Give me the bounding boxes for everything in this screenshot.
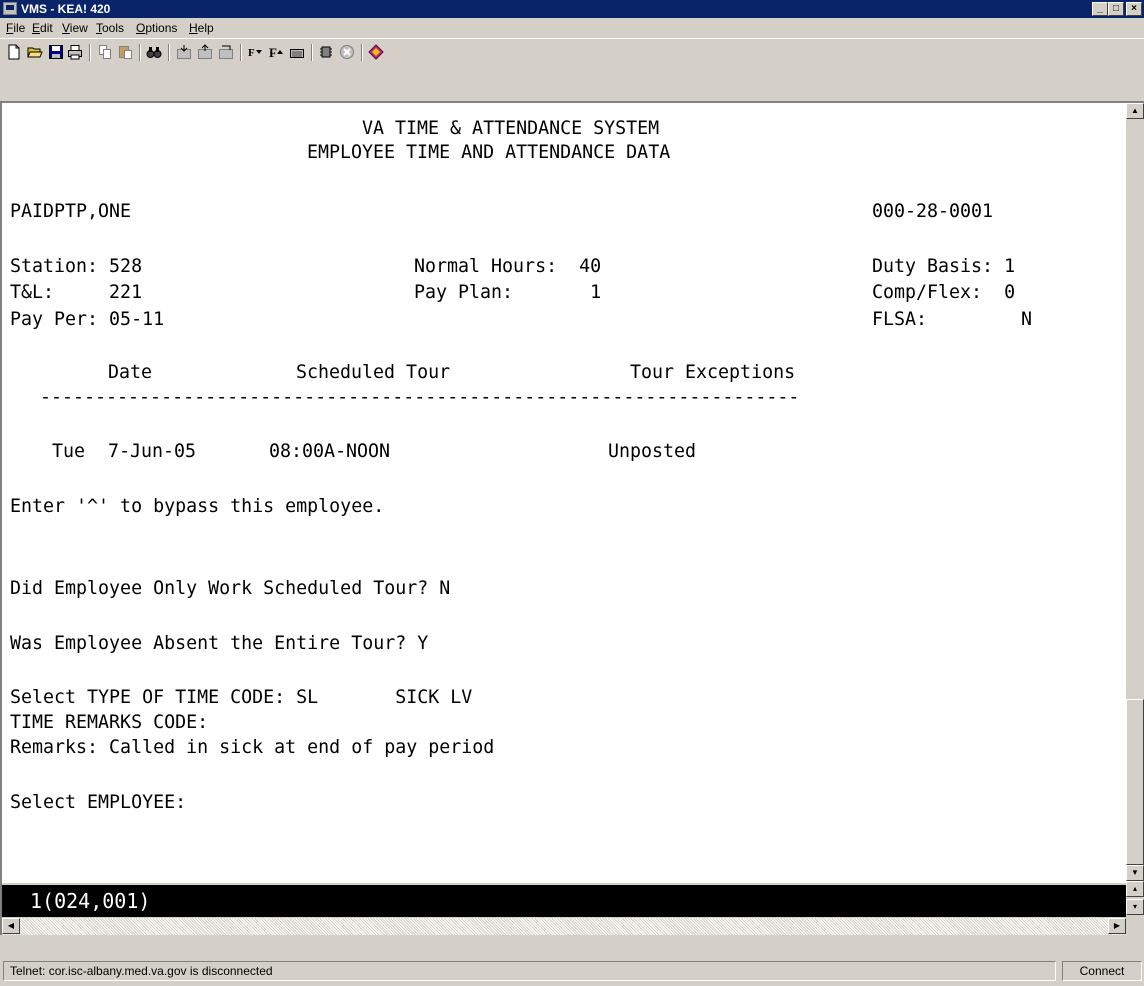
cursor-position: 1(024,001) [30,889,151,913]
toolbar-separator [89,44,91,61]
tour-row-scheduled: 08:00A-NOON [269,441,391,462]
new-document-icon[interactable] [6,44,22,60]
employee-ssn: 000-28-0001 [872,201,994,222]
paste-icon[interactable] [117,44,133,60]
normal-hours-field: Normal Hours: 40 [414,256,602,277]
connection-status: Telnet: cor.isc-albany.med.va.gov is dis… [3,961,1056,981]
menu-options[interactable]: Options [136,19,177,37]
question-absent: Was Employee Absent the Entire Tour? Y [10,633,429,654]
disconnect-icon[interactable] [339,44,355,60]
transfer-receive-icon[interactable] [218,44,234,60]
vertical-scrollbar[interactable]: ▲ ▼ ▴ ▾ [1126,103,1144,917]
employee-name: PAIDPTP,ONE [10,201,132,222]
pay-plan-field: Pay Plan: 1 [414,282,602,303]
divider-line: ----------------------------------------… [40,387,800,408]
time-remarks-code-field: TIME REMARKS CODE: [10,712,209,733]
tour-row-date: 7-Jun-05 [108,441,197,462]
pay-period-field: Pay Per: 05-11 [10,309,165,330]
column-header-scheduled-tour: Scheduled Tour [296,362,451,383]
toolbar: F F [0,38,1144,101]
print-icon[interactable] [67,44,83,60]
question-scheduled-tour: Did Employee Only Work Scheduled Tour? N [10,578,451,599]
duty-basis-field: Duty Basis: 1 [872,256,1016,277]
horizontal-scrollbar[interactable]: ◀ ▶ [2,918,1126,935]
terminal-screen[interactable]: VA TIME & ATTENDANCE SYSTEM EMPLOYEE TIM… [2,103,1126,883]
scroll-left-icon[interactable]: ◀ [2,918,20,934]
column-header-tour-exceptions: Tour Exceptions [630,362,796,383]
tour-row-exception: Unposted [608,441,697,462]
close-button[interactable]: × [1126,2,1142,16]
minimize-button[interactable]: _ [1092,2,1108,16]
menu-file[interactable]: File [6,19,25,37]
toolbar-separator [240,44,242,61]
copy-icon[interactable] [97,44,113,60]
scroll-thumb[interactable] [1126,699,1144,865]
toolbar-separator [139,44,141,61]
keyboard-icon[interactable] [289,44,305,60]
remarks-field: Remarks: Called in sick at end of pay pe… [10,737,495,758]
maximize-button[interactable]: □ [1108,2,1124,16]
flsa-label: FLSA: [872,309,928,330]
menu-view[interactable]: View [62,19,88,37]
page-up-icon[interactable]: ▴ [1126,881,1144,897]
header-subtitle: EMPLOYEE TIME AND ATTENDANCE DATA [307,142,671,163]
font-decrease-icon[interactable]: F [247,44,263,60]
toolbar-separator [311,44,313,61]
open-folder-icon[interactable] [27,44,43,60]
select-employee-prompt[interactable]: Select EMPLOYEE: [10,792,186,814]
toolbar-separator [361,44,363,61]
menu-edit[interactable]: Edit [32,19,53,37]
scroll-corner [1126,918,1144,935]
toolbar-separator [168,44,170,61]
title-bar: VMS - KEA! 420 _ □ × [0,0,1144,18]
menu-help[interactable]: Help [189,19,214,37]
scroll-right-icon[interactable]: ▶ [1108,918,1126,934]
page-down-icon[interactable]: ▾ [1126,899,1144,915]
font-increase-icon[interactable]: F [268,44,284,60]
window-title: VMS - KEA! 420 [21,2,111,16]
tl-field: T&L: 221 [10,282,143,303]
menu-tools[interactable]: Tools [96,19,124,37]
svg-text:F: F [269,45,277,60]
window-controls: _ □ × [1092,2,1142,16]
binoculars-icon[interactable] [146,44,162,60]
header-title: VA TIME & ATTENDANCE SYSTEM [362,118,660,139]
comp-flex-field: Comp/Flex: 0 [872,282,1016,303]
svg-text:F: F [248,47,255,59]
column-header-date: Date [108,362,153,383]
flsa-value: N [1021,309,1033,330]
time-code-field: Select TYPE OF TIME CODE: SL SICK LV [10,687,473,708]
tour-row-day: Tue [52,441,86,462]
station-field: Station: 528 [10,256,143,277]
terminal-app-icon[interactable] [3,2,17,15]
chip-settings-icon[interactable] [318,44,334,60]
diamond-icon[interactable] [368,44,384,60]
transfer-icon[interactable] [176,44,192,60]
scroll-up-icon[interactable]: ▲ [1126,103,1144,119]
connect-button[interactable]: Connect [1062,961,1142,981]
cursor-position-bar: 1(024,001) [2,885,1126,917]
menu-bar: File Edit View Tools Options Help [0,19,1144,37]
save-icon[interactable] [48,44,64,60]
bypass-prompt: Enter '^' to bypass this employee. [10,496,385,517]
status-bar: Telnet: cor.isc-albany.med.va.gov is dis… [0,957,1144,986]
scroll-down-icon[interactable]: ▼ [1126,865,1144,881]
transfer-send-icon[interactable] [197,44,213,60]
